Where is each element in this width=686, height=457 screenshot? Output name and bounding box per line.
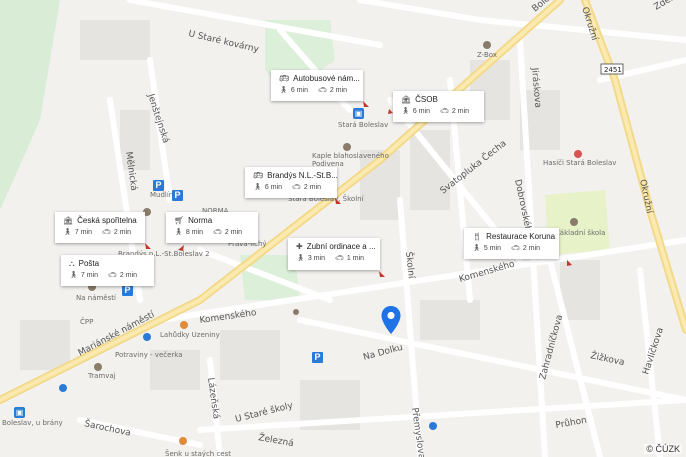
street-label-lazenska: Lázeňská <box>205 377 222 420</box>
walk-time: 5 min <box>483 245 502 252</box>
poi-label-sank: Šenk u staých cest <box>165 449 231 457</box>
car-icon: 🚗︎ <box>318 86 327 94</box>
car-icon: 🚗︎ <box>511 244 520 252</box>
location-pin-icon[interactable] <box>380 305 402 335</box>
poi-card-title: Česká spořitelna <box>77 216 137 225</box>
walk-time: 8 min <box>185 229 204 236</box>
walk-icon: 🚶︎ <box>174 228 183 236</box>
tram-stop-icon: ▣ <box>14 407 25 418</box>
restaurant-icon: 🍴︎ <box>472 231 483 241</box>
poi-label-mudlin: Mudlín <box>150 191 173 199</box>
cart-icon: 🛒︎ <box>174 215 185 225</box>
poi-card-title: Brandýs N.L.-St.B... <box>267 171 338 180</box>
poi-card-title: ČSOB <box>415 95 438 104</box>
map-copyright: © ČÚZK <box>644 444 682 454</box>
poi-card-brandys[interactable]: 🚌︎ Brandýs N.L.-St.B... 🚶︎ 6 min 🚗︎ 2 min <box>245 167 338 198</box>
walk-icon: 🚶︎ <box>401 107 410 115</box>
bus-icon: 🚌︎ <box>253 170 264 180</box>
walk-time: 6 min <box>412 108 431 115</box>
car-icon: 🚗︎ <box>108 271 117 279</box>
poi-card-title: Zubní ordinace a ... <box>306 242 376 251</box>
walk-time: 6 min <box>264 184 283 191</box>
car-icon: 🚗︎ <box>213 228 222 236</box>
medical-icon: ✚ <box>296 241 303 251</box>
poi-card-title: Pošta <box>78 259 100 268</box>
drive-time: 2 min <box>451 108 470 115</box>
walk-icon: 🚶︎ <box>69 271 78 279</box>
walk-icon: 🚶︎ <box>279 86 288 94</box>
poi-label-hasici: Hasiči Stará Boleslav <box>543 159 616 167</box>
poi-card-title: Autobusové nám... <box>293 74 360 83</box>
drive-time: 2 min <box>224 229 243 236</box>
poi-card-title: Norma <box>188 216 213 225</box>
car-icon: 🚗︎ <box>102 228 111 236</box>
poi-label-lahudky: Lahůdky Uzeniny <box>160 331 220 339</box>
car-icon: 🚗︎ <box>292 183 301 191</box>
street-label-pruhon: Průhon <box>555 415 588 431</box>
walk-time: 7 min <box>80 272 99 279</box>
street-label-zdenka: Zdeň <box>652 0 678 13</box>
drive-time: 2 min <box>522 245 541 252</box>
drive-time: 1 min <box>346 255 365 262</box>
road-number-text: 2451 <box>604 66 622 74</box>
street-label-okruzni-right: Okružní <box>637 179 654 215</box>
bank-icon: 🏦︎ <box>401 94 412 104</box>
poi-card-zubni[interactable]: ✚ Zubní ordinace a ... 🚶︎ 3 min 🚗︎ 1 min <box>288 238 380 270</box>
bus-icon: 🚌︎ <box>279 73 290 83</box>
poi-card-csob[interactable]: 🏦︎ ČSOB 🚶︎ 6 min 🚗︎ 2 min <box>393 91 484 122</box>
parking-icon: P <box>153 180 164 191</box>
poi-card-ceska-sporitelna[interactable]: 🏦︎ Česká spořitelna 🚶︎ 7 min 🚗︎ 2 min <box>55 212 145 243</box>
bank-icon: 🏦︎ <box>63 215 74 225</box>
walk-icon: 🚶︎ <box>472 244 481 252</box>
poi-label-na-namesti: Na náměstí <box>76 294 117 302</box>
poi-label-potraviny: Potraviny - večerka <box>115 351 183 359</box>
poi-card-norma[interactable]: 🛒︎ Norma 🚶︎ 8 min 🚗︎ 2 min <box>166 212 258 243</box>
poi-label-cpp: ČPP <box>80 317 93 326</box>
walk-icon: 🚶︎ <box>296 254 305 262</box>
car-icon: 🚗︎ <box>440 107 449 115</box>
parking-icon: P <box>172 190 183 201</box>
poi-card-restaurace-koruna[interactable]: 🍴︎ Restaurace Koruna 🚶︎ 5 min 🚗︎ 2 min <box>464 228 559 259</box>
poi-label-stara-boleslav: Stará Boleslav <box>338 121 388 129</box>
poi-label-zbox: Z-Box <box>477 51 497 59</box>
street-label-u-stare-kovarny: U Staré kovárny <box>187 28 260 55</box>
walk-time: 6 min <box>290 87 309 94</box>
walk-icon: 🚶︎ <box>63 228 72 236</box>
poi-label-tramvaj: Tramvaj <box>87 372 116 380</box>
poi-card-posta[interactable]: ⛬ Pošta 🚶︎ 7 min 🚗︎ 2 min <box>61 255 154 286</box>
drive-time: 2 min <box>119 272 138 279</box>
poi-label-boleslav-u-brany: Boleslav, u brány <box>2 419 63 427</box>
drive-time: 2 min <box>303 184 322 191</box>
parking-icon: P <box>122 285 133 296</box>
walk-icon: 🚶︎ <box>253 183 262 191</box>
drive-time: 2 min <box>329 87 348 94</box>
map-canvas[interactable]: U Staré kovárny Boleslav Jiráskova Okruž… <box>0 0 686 457</box>
poi-card-title: Restaurace Koruna <box>486 232 556 241</box>
car-icon: 🚗︎ <box>335 254 344 262</box>
poi-card-autobusove[interactable]: 🚌︎ Autobusové nám... 🚶︎ 6 min 🚗︎ 2 min <box>271 70 363 101</box>
walk-time: 7 min <box>74 229 93 236</box>
street-label-na-dolku: Na Dolku <box>362 343 404 363</box>
street-label-sarochova: Šarochova <box>83 417 132 439</box>
street-label-u-stare-skoly: U Staré školy <box>234 400 295 425</box>
drive-time: 2 min <box>113 229 132 236</box>
poi-label-zakladni-skola: Základní škola <box>555 229 605 237</box>
parking-icon: P <box>312 352 323 363</box>
street-label-zizkova: Žižkova <box>589 349 625 368</box>
post-icon: ⛬ <box>69 258 75 268</box>
bus-stop-icon: ▣ <box>353 108 364 119</box>
street-label-zelezna: Železná <box>257 431 294 449</box>
walk-time: 3 min <box>307 255 326 262</box>
